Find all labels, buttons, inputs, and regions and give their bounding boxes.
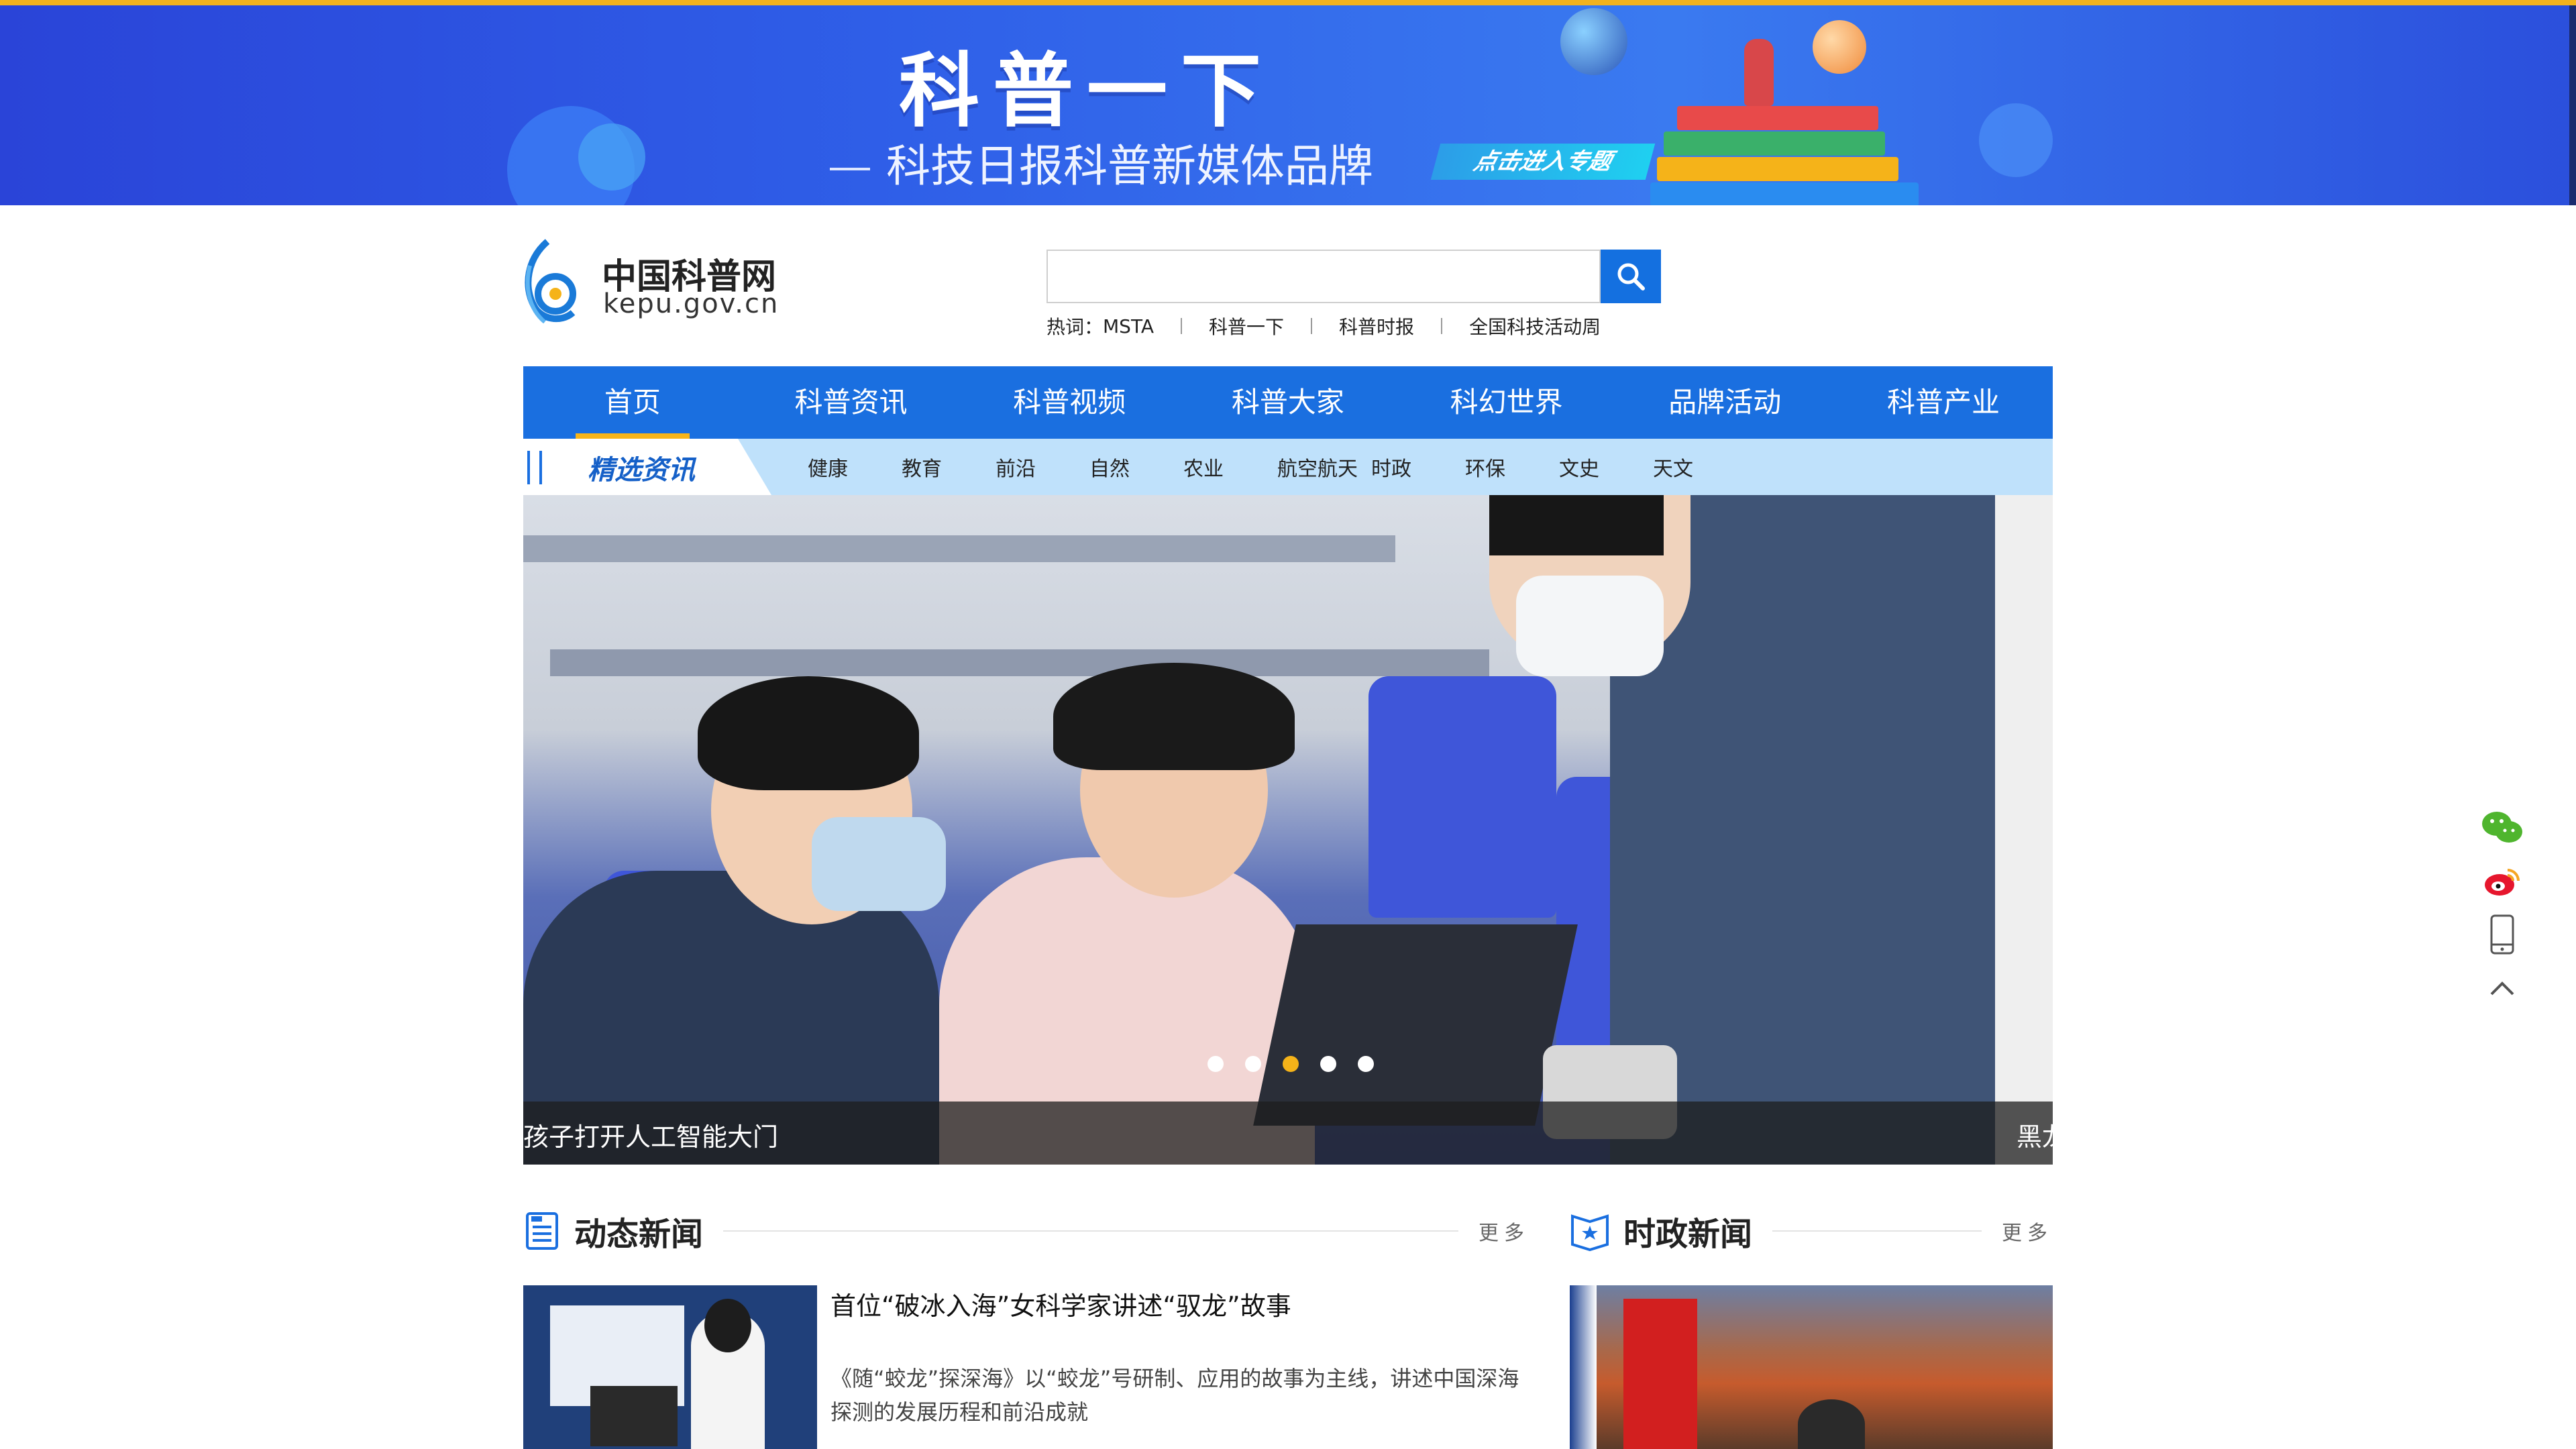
person bbox=[698, 676, 919, 790]
kepu-logo-icon[interactable] bbox=[521, 239, 585, 327]
news-article-title[interactable]: 首位“破冰入海”女科学家讲述“驭龙”故事 bbox=[830, 1285, 1291, 1322]
banner-book bbox=[1664, 131, 1885, 156]
section-title: 时政新闻 bbox=[1623, 1216, 1753, 1253]
sub-nav-link-environment[interactable]: 环保 bbox=[1465, 452, 1559, 482]
sub-nav-bars-icon bbox=[527, 451, 542, 484]
sub-nav-link-agriculture[interactable]: 农业 bbox=[1183, 452, 1277, 482]
desk bbox=[550, 649, 1489, 676]
nav-item-industry[interactable]: 科普产业 bbox=[1834, 366, 2053, 439]
divider bbox=[1181, 318, 1183, 334]
banner-planet bbox=[1560, 8, 1627, 75]
section-header-dynamic-news: 动态新闻 更多 bbox=[523, 1208, 1529, 1254]
section-header-politics-news: 时政新闻 更多 bbox=[1570, 1208, 2053, 1254]
sub-nav-link-politics[interactable]: 时政 bbox=[1371, 452, 1465, 482]
banner-planet bbox=[1813, 20, 1866, 74]
banner-book bbox=[1650, 182, 1919, 205]
search-icon bbox=[1617, 263, 1645, 290]
mobile-icon[interactable] bbox=[2479, 910, 2525, 959]
news-thumbnail[interactable] bbox=[1570, 1285, 2053, 1449]
section-title: 动态新闻 bbox=[574, 1216, 704, 1253]
banner-bubble bbox=[578, 123, 645, 191]
person bbox=[1489, 495, 1664, 555]
nav-item-home[interactable]: 首页 bbox=[523, 366, 742, 439]
banner-book bbox=[1677, 106, 1878, 130]
desk bbox=[523, 535, 1395, 562]
hot-label: 热词： bbox=[1046, 316, 1104, 338]
person bbox=[812, 817, 946, 911]
sub-nav-link-astronomy[interactable]: 天文 bbox=[1653, 452, 1747, 482]
carousel-dot[interactable] bbox=[1358, 1056, 1374, 1072]
sub-nav-link-aerospace[interactable]: 航空航天 bbox=[1277, 452, 1371, 482]
nav-item-experts[interactable]: 科普大家 bbox=[1179, 366, 1397, 439]
hot-word-link[interactable]: 科普时报 bbox=[1339, 313, 1414, 339]
wechat-icon[interactable] bbox=[2479, 802, 2525, 852]
banner-subtitle: 科技日报科普新媒体品牌 bbox=[785, 130, 1402, 205]
person bbox=[1516, 576, 1664, 676]
carousel-dots bbox=[1208, 1056, 1395, 1072]
scrollbar[interactable] bbox=[2569, 5, 2576, 205]
news-thumbnail[interactable] bbox=[523, 1285, 817, 1449]
person bbox=[704, 1299, 751, 1352]
divider bbox=[1311, 318, 1313, 334]
more-link[interactable]: 更多 bbox=[1479, 1216, 1529, 1246]
sub-nav: 精选资讯 健康 教育 前沿 自然 农业 航空航天 时政 环保 文史 天文 bbox=[523, 439, 2053, 495]
hot-word-link[interactable]: 全国科技活动周 bbox=[1469, 313, 1601, 339]
banner-dash bbox=[830, 167, 870, 170]
sub-nav-title: 精选资讯 bbox=[588, 455, 695, 486]
sub-nav-links: 健康 教育 前沿 自然 农业 航空航天 时政 环保 文史 天文 bbox=[808, 439, 1747, 495]
banner-subtitle-text: 科技日报科普新媒体品牌 bbox=[886, 140, 1373, 192]
carousel-dot-active[interactable] bbox=[1283, 1056, 1299, 1072]
divider bbox=[1772, 1230, 1982, 1232]
divider bbox=[723, 1230, 1458, 1232]
news-icon bbox=[526, 1212, 558, 1250]
logo-domain[interactable]: kepu.gov.cn bbox=[603, 288, 779, 319]
sub-nav-link-education[interactable]: 教育 bbox=[902, 452, 996, 482]
sub-nav-link-frontier[interactable]: 前沿 bbox=[996, 452, 1089, 482]
person bbox=[1798, 1399, 1865, 1449]
carousel-dot[interactable] bbox=[1320, 1056, 1336, 1072]
nav-item-video[interactable]: 科普视频 bbox=[960, 366, 1179, 439]
more-link[interactable]: 更多 bbox=[2002, 1216, 2053, 1246]
search-input[interactable] bbox=[1046, 250, 1601, 303]
carousel-dot[interactable] bbox=[1208, 1056, 1224, 1072]
hero-caption-next[interactable]: 黑龙 bbox=[2017, 1116, 2053, 1153]
hot-words: 热词： MSTA 科普一下 科普时报 全国科技活动周 bbox=[1046, 313, 1601, 339]
flag-book-icon bbox=[1571, 1214, 1609, 1251]
nav-item-events[interactable]: 品牌活动 bbox=[1615, 366, 1834, 439]
nav-item-scifi[interactable]: 科幻世界 bbox=[1397, 366, 1616, 439]
side-toolbar bbox=[2479, 802, 2525, 1017]
search-button[interactable] bbox=[1601, 250, 1661, 303]
hot-word-link[interactable]: 科普一下 bbox=[1209, 313, 1284, 339]
banner-cta-button[interactable]: 点击进入专题 bbox=[1430, 144, 1656, 180]
carousel-dot[interactable] bbox=[1245, 1056, 1261, 1072]
chair bbox=[1368, 676, 1556, 918]
banner-figure bbox=[1744, 39, 1774, 106]
divider bbox=[1441, 318, 1443, 334]
nav-item-news[interactable]: 科普资讯 bbox=[742, 366, 961, 439]
hero-caption[interactable]: 孩子打开人工智能大门 bbox=[523, 1116, 778, 1153]
laptop bbox=[590, 1386, 678, 1446]
hero-carousel[interactable]: 孩子打开人工智能大门 黑龙 bbox=[523, 495, 2053, 1165]
back-to-top-icon[interactable] bbox=[2479, 963, 2525, 1013]
news-article-summary: 《随“蛟龙”探深海》以“蛟龙”号研制、应用的故事为主线，讲述中国深海探测的发展历… bbox=[830, 1366, 1519, 1425]
weibo-icon[interactable] bbox=[2479, 856, 2525, 906]
sub-nav-link-health[interactable]: 健康 bbox=[808, 452, 902, 482]
laptop bbox=[1253, 924, 1578, 1126]
hot-word-link[interactable]: MSTA bbox=[1103, 315, 1154, 337]
main-nav: 首页 科普资讯 科普视频 科普大家 科幻世界 品牌活动 科普产业 bbox=[523, 366, 2053, 439]
banner-title: 科普一下 bbox=[899, 45, 1275, 138]
banner-bubble bbox=[1979, 103, 2053, 177]
banner-book bbox=[1657, 157, 1898, 181]
hero-caption-bar: 孩子打开人工智能大门 黑龙 bbox=[523, 1102, 2053, 1165]
sub-nav-link-history[interactable]: 文史 bbox=[1559, 452, 1653, 482]
sub-nav-link-nature[interactable]: 自然 bbox=[1089, 452, 1183, 482]
flag bbox=[1623, 1299, 1697, 1449]
person bbox=[1053, 663, 1295, 770]
flag bbox=[1570, 1285, 1597, 1449]
top-banner[interactable]: 科普一下 科技日报科普新媒体品牌 点击进入专题 bbox=[0, 0, 2576, 205]
